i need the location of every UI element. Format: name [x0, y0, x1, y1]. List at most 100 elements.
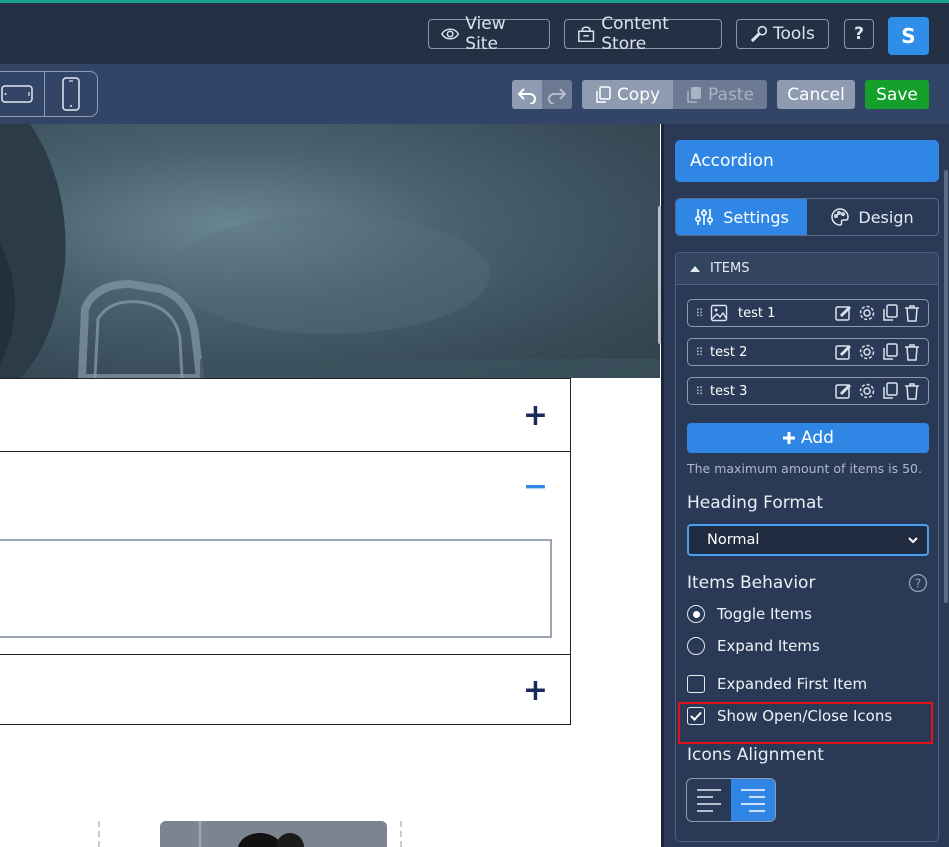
item-label: test 1 — [738, 305, 776, 321]
item-actions — [834, 343, 920, 361]
settings-panel: Accordion Settings Design ITEMS ⠿ test 1 — [664, 124, 949, 847]
trash-icon[interactable] — [904, 304, 920, 322]
redo-icon — [548, 87, 567, 104]
expand-plus-icon[interactable]: + — [523, 401, 548, 431]
expanded-first-item-option[interactable]: Expanded First Item — [687, 675, 867, 693]
palette-icon — [831, 208, 850, 226]
help-circle-icon[interactable]: ? — [908, 573, 928, 593]
paste-label: Paste — [708, 84, 754, 105]
accordion-item-3[interactable]: + — [0, 654, 571, 725]
panel-title: Accordion — [675, 140, 939, 182]
tools-label: Tools — [773, 24, 815, 44]
toggle-items-option[interactable]: Toggle Items — [687, 605, 812, 623]
toggle-items-radio[interactable] — [687, 605, 705, 623]
device-switcher — [0, 71, 98, 117]
undo-button[interactable] — [512, 80, 542, 109]
wrench-icon — [750, 25, 767, 43]
item-label: test 2 — [710, 344, 748, 360]
cancel-label: Cancel — [787, 84, 845, 105]
mobile-button[interactable] — [45, 72, 98, 116]
highlight-box — [678, 702, 933, 744]
icons-alignment-label: Icons Alignment — [687, 745, 824, 765]
panel-tabs: Settings Design — [675, 198, 939, 236]
svg-text:?: ? — [915, 577, 921, 591]
view-site-button[interactable]: View Site — [428, 14, 550, 54]
expand-items-option[interactable]: Expand Items — [687, 637, 820, 655]
tablet-landscape-button[interactable] — [0, 72, 45, 116]
expand-plus-icon[interactable]: + — [523, 676, 548, 706]
save-button[interactable]: Save — [865, 80, 929, 109]
content-store-button[interactable]: Content Store — [564, 14, 722, 54]
accordion-item-1[interactable]: + — [0, 378, 571, 452]
redo-button[interactable] — [542, 80, 572, 109]
trash-icon[interactable] — [904, 382, 920, 400]
plus-icon — [783, 432, 796, 444]
drag-handle-icon[interactable]: ⠿ — [688, 307, 710, 320]
gear-icon[interactable] — [858, 304, 876, 322]
duplicate-icon[interactable] — [882, 343, 898, 361]
add-item-label: Add — [801, 428, 834, 448]
accordion-item-2[interactable]: − — [0, 451, 571, 655]
list-item[interactable]: ⠿ test 1 — [687, 299, 929, 327]
paste-icon — [687, 86, 702, 103]
heading-format-label: Heading Format — [687, 493, 824, 513]
item-actions — [834, 304, 920, 322]
user-avatar[interactable]: S — [888, 17, 929, 55]
panel-scrollbar[interactable] — [944, 170, 948, 603]
drag-handle-icon[interactable]: ⠿ — [688, 346, 710, 359]
items-behavior-label: Items Behavior — [687, 573, 816, 593]
caret-up-icon — [690, 265, 700, 272]
top-bar: View Site Content Store Tools ? S — [0, 0, 949, 64]
sliders-icon — [695, 209, 714, 225]
heading-format-select[interactable]: Normal — [687, 524, 929, 556]
undo-icon — [517, 87, 536, 104]
trash-icon[interactable] — [904, 343, 920, 361]
expanded-first-item-checkbox[interactable] — [687, 675, 705, 693]
cancel-button[interactable]: Cancel — [777, 80, 855, 109]
item-actions — [834, 382, 920, 400]
align-right-icon — [741, 789, 765, 812]
paste-button[interactable]: Paste — [673, 80, 767, 109]
align-left-button[interactable] — [687, 779, 731, 821]
item-label: test 3 — [710, 383, 748, 399]
edit-icon[interactable] — [834, 343, 852, 361]
tab-settings[interactable]: Settings — [676, 199, 807, 235]
eye-icon — [441, 28, 460, 40]
content-store-label: Content Store — [601, 14, 669, 54]
column-guide — [400, 821, 402, 847]
items-heading: ITEMS — [710, 261, 750, 276]
edit-icon[interactable] — [834, 382, 852, 400]
expanded-first-item-label: Expanded First Item — [717, 675, 868, 693]
copy-button[interactable]: Copy — [582, 80, 673, 109]
max-items-hint: The maximum amount of items is 50. — [687, 461, 922, 476]
help-button[interactable]: ? — [844, 19, 874, 49]
expand-items-radio[interactable] — [687, 637, 705, 655]
view-site-label: View Site — [465, 14, 506, 54]
column-guide — [98, 821, 100, 847]
drag-handle-icon[interactable]: ⠿ — [688, 385, 710, 398]
duplicate-icon[interactable] — [882, 382, 898, 400]
add-item-button[interactable]: Add — [687, 423, 929, 453]
items-section-header[interactable]: ITEMS — [676, 253, 938, 285]
gear-icon[interactable] — [858, 382, 876, 400]
duplicate-icon[interactable] — [882, 304, 898, 322]
tab-settings-label: Settings — [723, 207, 789, 227]
gear-icon[interactable] — [858, 343, 876, 361]
hero-image — [0, 124, 660, 378]
collapse-minus-icon[interactable]: − — [523, 472, 548, 502]
tab-design[interactable]: Design — [807, 199, 938, 235]
image-block[interactable] — [160, 821, 387, 847]
items-section: ITEMS ⠿ test 1 ⠿ test 2 ⠿ test 3 Add The… — [675, 252, 939, 842]
editor-toolbar: Copy Paste Cancel Save — [0, 64, 949, 124]
list-item[interactable]: ⠿ test 3 — [687, 377, 929, 405]
image-thumbnail — [160, 821, 387, 847]
page-canvas: + − + — [0, 124, 660, 847]
icons-alignment-group — [686, 778, 776, 822]
image-icon — [710, 304, 728, 322]
help-icon: ? — [854, 24, 864, 44]
align-right-button[interactable] — [731, 779, 775, 821]
edit-icon[interactable] — [834, 304, 852, 322]
list-item[interactable]: ⠿ test 2 — [687, 338, 929, 366]
chevron-down-icon — [908, 537, 918, 544]
tools-button[interactable]: Tools — [736, 19, 829, 49]
